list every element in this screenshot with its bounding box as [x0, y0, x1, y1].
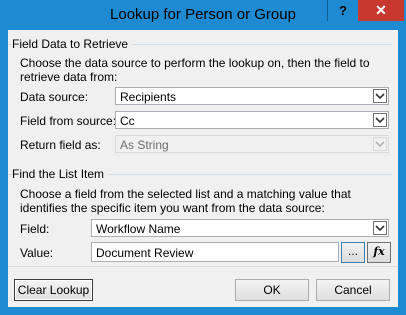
formula-button[interactable]: fx: [367, 242, 391, 263]
field-dropdown[interactable]: Workflow Name: [91, 219, 389, 237]
value-label: Value:: [20, 246, 54, 260]
cancel-button[interactable]: Cancel: [316, 279, 390, 301]
field-value: Workflow Name: [96, 222, 181, 236]
field-from-source-dropdown[interactable]: Cc: [115, 111, 389, 129]
close-icon: ✕: [375, 2, 387, 18]
find-list-item-description: Choose a field from the selected list an…: [20, 187, 351, 215]
help-button[interactable]: ?: [327, 0, 358, 21]
chevron-down-icon[interactable]: [373, 113, 387, 127]
section-title-find-list-item: Find the List Item: [12, 167, 109, 181]
field-from-source-value: Cc: [120, 114, 135, 128]
ok-button[interactable]: OK: [235, 279, 309, 301]
chevron-down-icon: [373, 137, 387, 151]
value-input-text: Document Review: [96, 246, 194, 260]
chevron-down-icon[interactable]: [373, 221, 387, 235]
data-source-label: Data source:: [20, 90, 89, 104]
value-input[interactable]: Document Review: [91, 242, 339, 262]
return-field-label: Return field as:: [20, 138, 101, 152]
section-title-field-data: Field Data to Retrieve: [12, 37, 133, 51]
browse-button[interactable]: ...: [341, 242, 365, 263]
dialog-body: Field Data to Retrieve Choose the data s…: [8, 30, 398, 307]
chevron-down-icon[interactable]: [373, 89, 387, 103]
data-source-value: Recipients: [120, 90, 177, 104]
clear-lookup-button[interactable]: Clear Lookup: [14, 279, 93, 301]
button-divider: [8, 266, 398, 267]
fx-icon: fx: [373, 245, 385, 258]
data-source-dropdown[interactable]: Recipients: [115, 87, 389, 105]
title-bar: Lookup for Person or Group ? ✕: [0, 0, 406, 30]
return-field-value: As String: [120, 138, 169, 152]
field-from-source-label: Field from source:: [20, 114, 117, 128]
field-label: Field:: [20, 222, 50, 236]
field-data-description: Choose the data source to perform the lo…: [20, 56, 370, 84]
return-field-dropdown: As String: [115, 135, 389, 153]
close-button[interactable]: ✕: [358, 0, 404, 21]
